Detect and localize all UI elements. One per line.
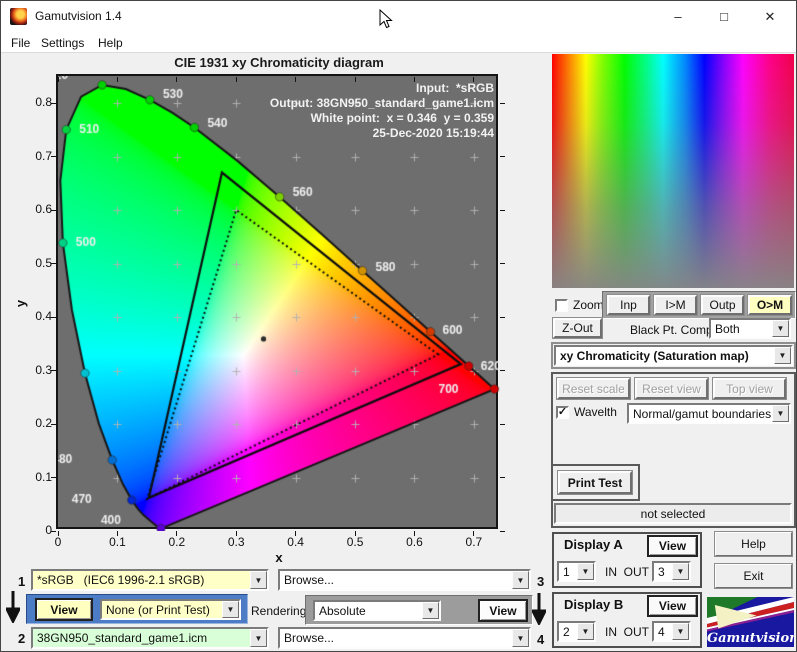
diagram-title: CIE 1931 xy Chromaticity diagram [174,55,384,70]
wavelth-checkbox[interactable]: ✓ Wavelth [556,405,617,419]
o-to-m-button[interactable]: O>M [748,295,792,315]
z-out-button[interactable]: Z-Out [553,318,602,338]
black-pt-comp-label: Black Pt. Comp. [630,323,717,337]
chevron-down-icon[interactable]: ▼ [577,563,594,580]
intent-select[interactable]: None (or Print Test) ▼ [100,599,241,620]
zoom-checkbox[interactable]: Zoom [555,298,604,312]
annotation-date: 25-Dec-2020 15:19:44 [372,126,494,140]
top-view-button[interactable]: Top view [713,378,786,399]
logo-text: Gamutvision [707,631,794,646]
gamutvision-window: Gamutvision 1.4 – □ ✕ File Settings Help… [0,0,797,652]
x-axis-label: x [275,550,283,565]
slot1-number: 1 [18,574,26,589]
browse-3-select[interactable]: Browse... ▼ [278,569,531,591]
app-icon [10,8,27,25]
maximize-button[interactable]: □ [701,1,747,32]
display-b-inout-label: IN OUT [605,625,649,639]
menu-bar: File Settings Help [1,32,796,53]
inp-button[interactable]: Inp [607,295,650,315]
chevron-down-icon[interactable]: ▼ [422,602,439,619]
gamutvision-logo: Gamutvision [707,597,794,647]
display-b-title: Display B [564,597,624,612]
annotation-whitepoint: White point: x = 0.346 y = 0.359 [310,111,494,125]
rendering-label: Rendering [251,604,307,618]
chromaticity-canvas[interactable] [58,76,500,531]
menu-file[interactable]: File [7,35,34,51]
menu-help[interactable]: Help [94,35,127,51]
chevron-down-icon[interactable]: ▼ [512,629,529,647]
menu-settings[interactable]: Settings [37,35,88,51]
slot3-number: 3 [537,574,545,589]
annotation-output: Output: 38GN950_standard_game1.icm [269,96,494,110]
input-profile-select[interactable]: *sRGB (IEC6 1996-2.1 sRGB) ▼ [31,569,269,591]
slot4-number: 4 [537,632,545,647]
diagram-annotations: Input: *sRGB Output: 38GN950_standard_ga… [56,81,494,141]
chevron-down-icon[interactable]: ▼ [774,347,791,364]
close-button[interactable]: ✕ [747,1,793,32]
reset-scale-button[interactable]: Reset scale [557,378,630,399]
chevron-down-icon[interactable]: ▼ [772,320,789,337]
display-a-view-button[interactable]: View [647,535,698,557]
display-b-view-button[interactable]: View [647,595,698,617]
chevron-down-icon[interactable]: ▼ [672,623,689,640]
boundaries-select[interactable]: Normal/gamut boundaries ▼ [627,403,791,424]
display-b-in-select[interactable]: 2 ▼ [557,621,596,642]
browse-4-select[interactable]: Browse... ▼ [278,627,531,649]
down-arrow-icon [6,591,20,623]
exit-button[interactable]: Exit [715,564,792,588]
display-a-inout-label: IN OUT [605,565,649,579]
y-axis-label: y [13,299,29,308]
input-view-button[interactable]: View [35,598,93,621]
down-arrow-icon [532,593,546,625]
print-test-button[interactable]: Print Test [558,471,632,494]
status-bar: not selected [554,503,792,524]
reset-view-button[interactable]: Reset view [635,378,708,399]
title-bar: Gamutvision 1.4 – □ ✕ [1,1,796,32]
map-select[interactable]: xy Chromaticity (Saturation map) ▼ [554,345,793,366]
chevron-down-icon[interactable]: ▼ [222,601,239,618]
zoom-checkbox-label: Zoom [573,298,604,312]
chevron-down-icon[interactable]: ▼ [512,571,529,589]
chevron-down-icon[interactable]: ▼ [672,563,689,580]
i-to-m-button[interactable]: I>M [654,295,697,315]
display-a-out-select[interactable]: 3 ▼ [652,561,691,582]
display-b-out-select[interactable]: 4 ▼ [652,621,691,642]
output-profile-select[interactable]: 38GN950_standard_game1.icm ▼ [31,627,269,649]
annotation-input: Input: *sRGB [416,81,494,95]
help-button[interactable]: Help [715,532,792,556]
chevron-down-icon[interactable]: ▼ [250,571,267,589]
zoom-checkbox-box[interactable] [555,298,568,312]
chevron-down-icon[interactable]: ▼ [577,623,594,640]
display-a-in-select[interactable]: 1 ▼ [557,561,596,582]
wavelth-checkbox-box[interactable]: ✓ [556,405,569,419]
black-pt-comp-select[interactable]: Both ▼ [709,318,791,339]
chevron-down-icon[interactable]: ▼ [250,629,267,647]
rendering-select[interactable]: Absolute ▼ [313,600,441,621]
saturation-map-image[interactable] [552,54,794,288]
display-a-title: Display A [564,537,623,552]
window-title: Gamutvision 1.4 [35,9,122,23]
output-view-button[interactable]: View [478,599,528,622]
chevron-down-icon[interactable]: ▼ [772,405,789,422]
plot-area[interactable] [56,74,500,531]
slot2-number: 2 [18,631,26,646]
minimize-button[interactable]: – [655,1,701,32]
wavelth-checkbox-label: Wavelth [574,405,617,419]
outp-button[interactable]: Outp [701,295,744,315]
